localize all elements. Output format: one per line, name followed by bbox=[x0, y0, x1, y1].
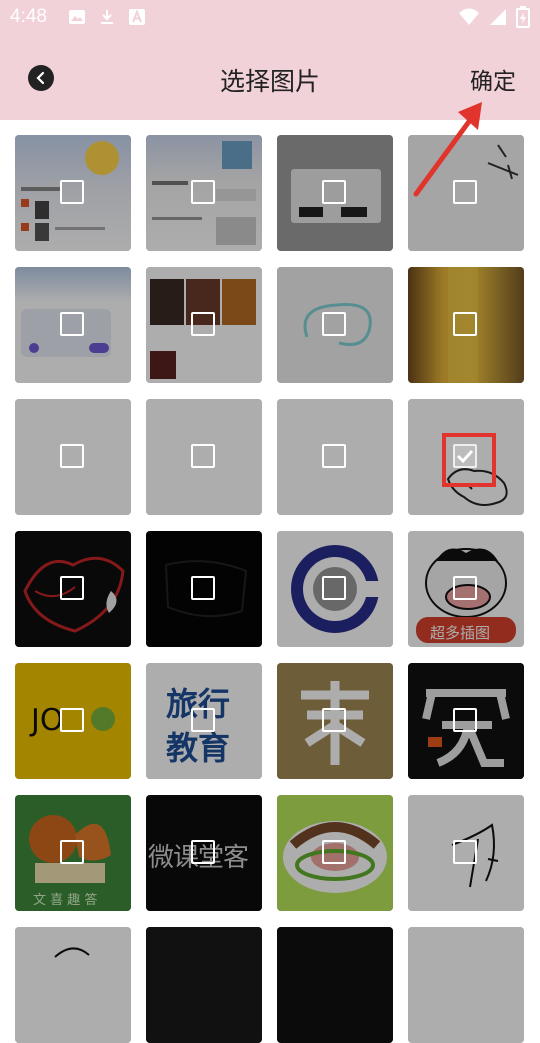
image-tile[interactable] bbox=[277, 135, 393, 251]
image-tile[interactable] bbox=[146, 399, 262, 515]
battery-icon bbox=[516, 6, 530, 28]
select-checkbox[interactable] bbox=[453, 840, 477, 864]
select-checkbox[interactable] bbox=[453, 180, 477, 204]
image-tile[interactable] bbox=[408, 135, 524, 251]
image-tile[interactable] bbox=[277, 795, 393, 911]
image-tile[interactable] bbox=[15, 531, 131, 647]
select-checkbox[interactable] bbox=[322, 708, 346, 732]
image-tile[interactable] bbox=[15, 927, 131, 1043]
select-checkbox[interactable] bbox=[60, 180, 84, 204]
dim-overlay bbox=[408, 927, 524, 1043]
dim-overlay bbox=[277, 927, 393, 1043]
image-tile[interactable]: 旅行 教育 bbox=[146, 663, 262, 779]
status-bar: 4:48 bbox=[0, 0, 540, 36]
select-checkbox[interactable] bbox=[453, 312, 477, 336]
wifi-icon bbox=[458, 6, 480, 28]
image-tile-selected[interactable] bbox=[408, 399, 524, 515]
image-tile[interactable] bbox=[408, 267, 524, 383]
image-tile[interactable]: 超多插图 bbox=[408, 531, 524, 647]
select-checkbox[interactable] bbox=[453, 708, 477, 732]
dim-overlay bbox=[146, 927, 262, 1043]
select-checkbox[interactable] bbox=[453, 576, 477, 600]
select-checkbox[interactable] bbox=[191, 576, 215, 600]
image-tile[interactable] bbox=[408, 663, 524, 779]
select-checkbox[interactable] bbox=[322, 840, 346, 864]
image-tile[interactable]: JO bbox=[15, 663, 131, 779]
status-icons-left bbox=[68, 8, 146, 26]
image-tile[interactable]: 文 喜 趣 答 bbox=[15, 795, 131, 911]
select-checkbox[interactable] bbox=[191, 840, 215, 864]
select-checkbox[interactable] bbox=[60, 444, 84, 468]
image-tile[interactable] bbox=[15, 135, 131, 251]
select-checkbox[interactable] bbox=[60, 312, 84, 336]
image-grid: 超多插图 JO 旅行 教育 文 喜 趣 答 微课堂客 bbox=[15, 135, 525, 1043]
image-tile[interactable]: 微课堂客 bbox=[146, 795, 262, 911]
select-checkbox[interactable] bbox=[191, 444, 215, 468]
download-icon bbox=[98, 8, 116, 26]
select-checkbox[interactable] bbox=[322, 576, 346, 600]
confirm-button[interactable]: 确定 bbox=[470, 62, 516, 96]
image-tile[interactable] bbox=[408, 927, 524, 1043]
select-checkbox[interactable] bbox=[322, 180, 346, 204]
image-icon bbox=[68, 8, 86, 26]
image-tile[interactable] bbox=[146, 267, 262, 383]
image-tile[interactable] bbox=[277, 531, 393, 647]
page-title: 选择图片 bbox=[219, 67, 320, 96]
status-time: 4:48 bbox=[10, 6, 47, 27]
select-checkbox[interactable] bbox=[60, 708, 84, 732]
checkmark-icon bbox=[456, 449, 474, 464]
image-tile[interactable] bbox=[146, 531, 262, 647]
select-checkbox[interactable] bbox=[191, 312, 215, 336]
select-checkbox[interactable] bbox=[191, 180, 215, 204]
select-checkbox[interactable] bbox=[322, 444, 346, 468]
select-checkbox[interactable] bbox=[191, 708, 215, 732]
select-checkbox[interactable] bbox=[322, 312, 346, 336]
image-tile[interactable] bbox=[15, 399, 131, 515]
app-bar: 选择图片 确定 bbox=[0, 36, 540, 120]
text-a-icon bbox=[128, 8, 146, 26]
image-tile[interactable] bbox=[146, 927, 262, 1043]
image-tile[interactable] bbox=[146, 135, 262, 251]
select-checkbox[interactable] bbox=[60, 576, 84, 600]
select-checkbox-checked[interactable] bbox=[453, 444, 477, 468]
image-tile[interactable] bbox=[277, 267, 393, 383]
status-icons-right bbox=[458, 6, 530, 28]
image-tile[interactable] bbox=[277, 927, 393, 1043]
image-tile[interactable] bbox=[408, 795, 524, 911]
select-checkbox[interactable] bbox=[60, 840, 84, 864]
image-tile[interactable] bbox=[277, 399, 393, 515]
signal-icon bbox=[488, 6, 508, 28]
image-tile[interactable] bbox=[15, 267, 131, 383]
image-tile[interactable] bbox=[277, 663, 393, 779]
dim-overlay bbox=[15, 927, 131, 1043]
